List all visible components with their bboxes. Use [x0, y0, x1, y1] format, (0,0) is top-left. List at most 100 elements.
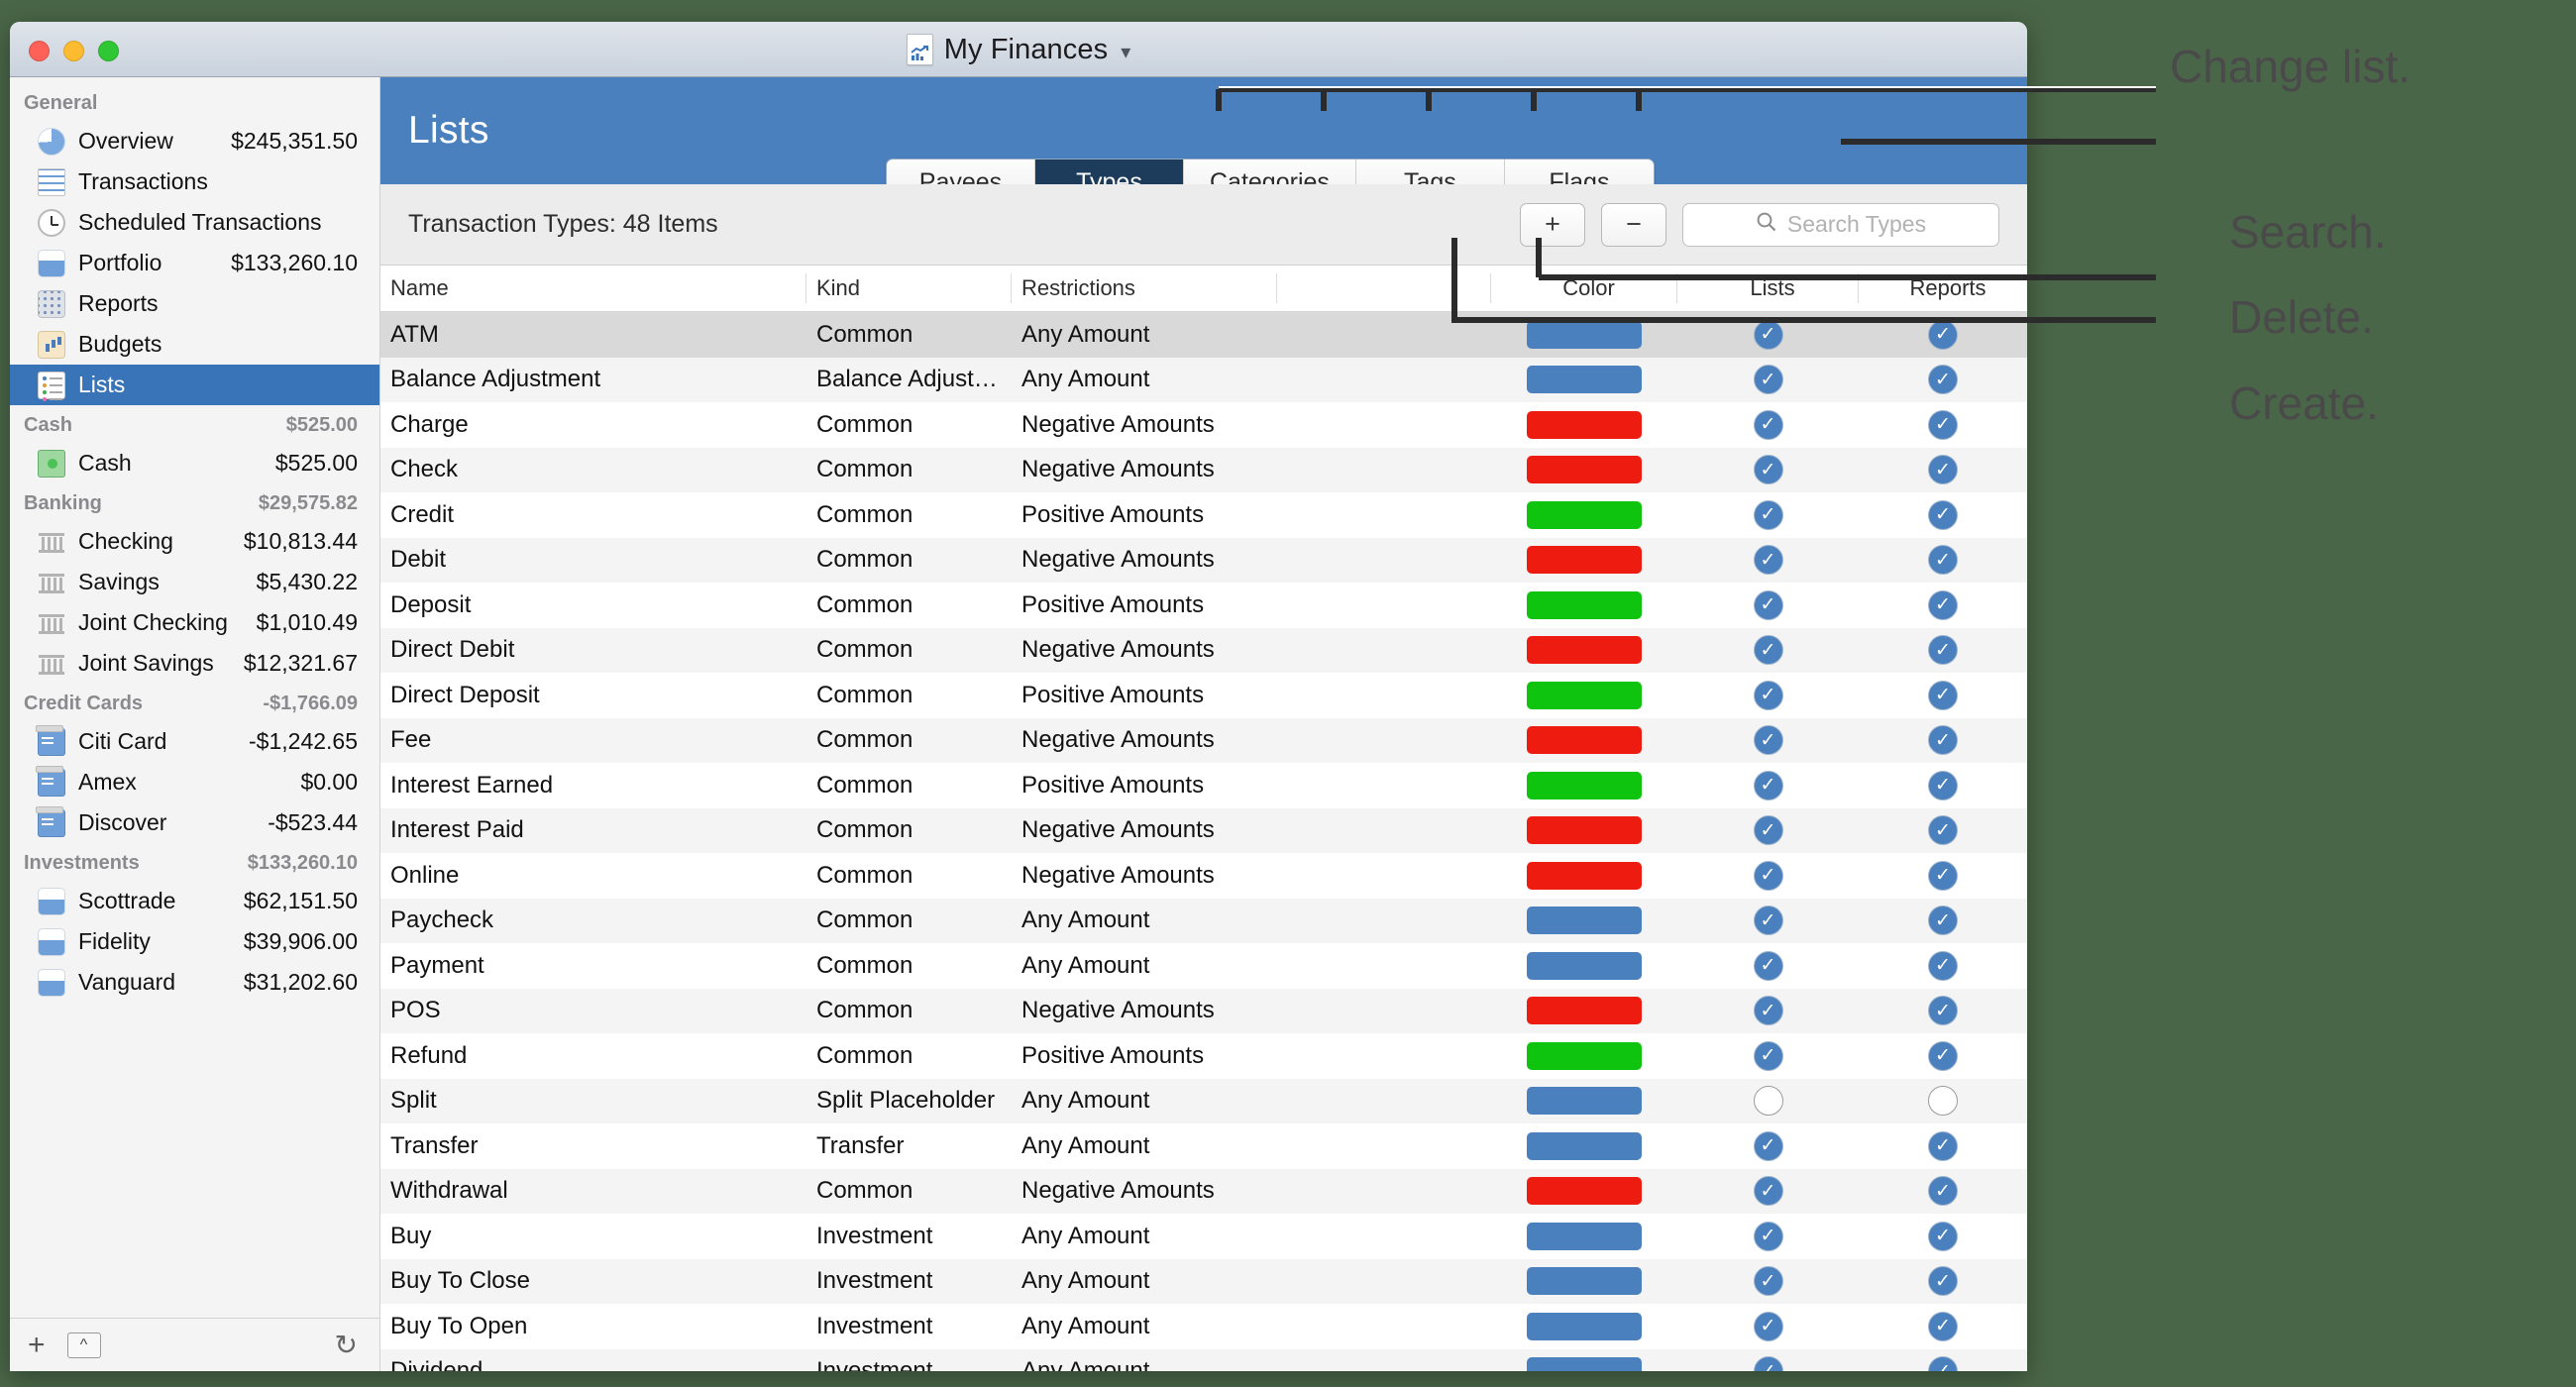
sidebar-item-overview[interactable]: Overview $245,351.50 — [10, 121, 379, 161]
sidebar-item-checking[interactable]: Checking $10,813.44 — [10, 521, 379, 562]
color-swatch[interactable] — [1527, 1312, 1642, 1340]
table-row[interactable]: Deposit Common Positive Amounts ✓ ✓ — [380, 583, 2027, 628]
cell-reports[interactable]: ✓ — [1859, 1221, 2027, 1251]
table-row[interactable]: Direct Debit Common Negative Amounts ✓ ✓ — [380, 627, 2027, 673]
color-swatch[interactable] — [1527, 410, 1642, 439]
checked-icon[interactable]: ✓ — [1753, 1130, 1783, 1161]
checked-icon[interactable]: ✓ — [1928, 770, 1958, 800]
checked-icon[interactable]: ✓ — [1928, 950, 1958, 981]
cell-color[interactable] — [1491, 1041, 1677, 1070]
cell-lists[interactable]: ✓ — [1677, 1266, 1859, 1297]
cell-lists[interactable]: ✓ — [1677, 1130, 1859, 1161]
checked-icon[interactable]: ✓ — [1928, 319, 1958, 350]
cell-lists[interactable]: ✓ — [1677, 635, 1859, 666]
cell-lists[interactable]: ✓ — [1677, 545, 1859, 576]
checked-icon[interactable]: ✓ — [1753, 1311, 1783, 1341]
color-swatch[interactable] — [1527, 366, 1642, 394]
table-row[interactable]: Balance Adjustment Balance Adjustm… Any Am… — [380, 357, 2027, 402]
table-row[interactable]: Buy To Close Investment Any Amount ✓ ✓ — [380, 1258, 2027, 1304]
cell-color[interactable] — [1491, 456, 1677, 484]
checked-icon[interactable]: ✓ — [1753, 499, 1783, 530]
cell-reports[interactable]: ✓ — [1859, 365, 2027, 395]
cell-reports[interactable]: ✓ — [1859, 950, 2027, 981]
cell-lists[interactable]: ✓ — [1677, 1176, 1859, 1207]
checked-icon[interactable]: ✓ — [1753, 906, 1783, 936]
color-swatch[interactable] — [1527, 456, 1642, 484]
color-swatch[interactable] — [1527, 1041, 1642, 1070]
checked-icon[interactable]: ✓ — [1928, 635, 1958, 666]
checked-icon[interactable]: ✓ — [1928, 1266, 1958, 1297]
cell-reports[interactable]: ✓ — [1859, 996, 2027, 1026]
color-swatch[interactable] — [1527, 320, 1642, 349]
table-row[interactable]: Interest Paid Common Negative Amounts ✓ ✓ — [380, 807, 2027, 853]
cell-lists[interactable]: ✓ — [1677, 1040, 1859, 1071]
color-swatch[interactable] — [1527, 816, 1642, 845]
cell-lists[interactable]: ✓ — [1677, 365, 1859, 395]
checked-icon[interactable]: ✓ — [1753, 365, 1783, 395]
cell-lists[interactable]: ✓ — [1677, 499, 1859, 530]
cell-reports[interactable]: ✓ — [1859, 680, 2027, 710]
sidebar-item-discover[interactable]: Discover -$523.44 — [10, 802, 379, 843]
table-row[interactable]: Split Split Placeholder Any Amount ✓ ✓ — [380, 1078, 2027, 1123]
cell-lists[interactable]: ✓ — [1677, 589, 1859, 620]
cell-color[interactable] — [1491, 997, 1677, 1025]
color-swatch[interactable] — [1527, 771, 1642, 800]
checked-icon[interactable]: ✓ — [1928, 996, 1958, 1026]
checked-icon[interactable]: ✓ — [1928, 1176, 1958, 1207]
color-swatch[interactable] — [1527, 500, 1642, 529]
table-row[interactable]: Debit Common Negative Amounts ✓ ✓ — [380, 537, 2027, 583]
cell-reports[interactable]: ✓ — [1859, 725, 2027, 756]
color-swatch[interactable] — [1527, 681, 1642, 709]
checked-icon[interactable]: ✓ — [1753, 950, 1783, 981]
cell-lists[interactable]: ✓ — [1677, 996, 1859, 1026]
checked-icon[interactable]: ✓ — [1928, 455, 1958, 485]
cell-reports[interactable]: ✓ — [1859, 545, 2027, 576]
color-swatch[interactable] — [1527, 590, 1642, 619]
cell-color[interactable] — [1491, 1131, 1677, 1160]
cell-lists[interactable]: ✓ — [1677, 319, 1859, 350]
color-swatch[interactable] — [1527, 1177, 1642, 1206]
checked-icon[interactable]: ✓ — [1753, 1176, 1783, 1207]
sidebar-item-savings[interactable]: Savings $5,430.22 — [10, 562, 379, 602]
cell-lists[interactable]: ✓ — [1677, 860, 1859, 891]
checked-icon[interactable]: ✓ — [1753, 770, 1783, 800]
sidebar-item-cash[interactable]: Cash $525.00 — [10, 443, 379, 483]
cell-color[interactable] — [1491, 500, 1677, 529]
checked-icon[interactable]: ✓ — [1753, 1356, 1783, 1371]
column-header-restrictions[interactable]: Restrictions — [1012, 273, 1277, 303]
checked-icon[interactable]: ✓ — [1928, 815, 1958, 846]
table-row[interactable]: Charge Common Negative Amounts ✓ ✓ — [380, 402, 2027, 448]
table-row[interactable]: Interest Earned Common Positive Amounts ✓ ✓ — [380, 763, 2027, 808]
sidebar-item-amex[interactable]: Amex $0.00 — [10, 762, 379, 802]
sidebar-item-transactions[interactable]: Transactions — [10, 161, 379, 202]
cell-reports[interactable]: ✓ — [1859, 1266, 2027, 1297]
cell-color[interactable] — [1491, 771, 1677, 800]
table-row[interactable]: Payment Common Any Amount ✓ ✓ — [380, 943, 2027, 989]
checked-icon[interactable]: ✓ — [1753, 815, 1783, 846]
column-header-name[interactable]: Name — [380, 273, 806, 303]
cell-reports[interactable]: ✓ — [1859, 455, 2027, 485]
color-swatch[interactable] — [1527, 907, 1642, 935]
table-row[interactable]: Buy Investment Any Amount ✓ ✓ — [380, 1214, 2027, 1259]
cell-color[interactable] — [1491, 1222, 1677, 1250]
table-row[interactable]: Fee Common Negative Amounts ✓ ✓ — [380, 717, 2027, 763]
cell-reports[interactable]: ✓ — [1859, 1086, 2027, 1117]
checked-icon[interactable]: ✓ — [1928, 1040, 1958, 1071]
column-header-lists[interactable]: Lists — [1677, 273, 1859, 303]
cell-lists[interactable]: ✓ — [1677, 725, 1859, 756]
cell-lists[interactable]: ✓ — [1677, 906, 1859, 936]
checked-icon[interactable]: ✓ — [1928, 1311, 1958, 1341]
cell-lists[interactable]: ✓ — [1677, 1221, 1859, 1251]
checked-icon[interactable]: ✓ — [1928, 545, 1958, 576]
checked-icon[interactable]: ✓ — [1928, 725, 1958, 756]
sidebar-item-budgets[interactable]: Budgets — [10, 324, 379, 365]
checked-icon[interactable]: ✓ — [1753, 1221, 1783, 1251]
cell-lists[interactable]: ✓ — [1677, 409, 1859, 440]
color-swatch[interactable] — [1527, 1087, 1642, 1116]
checked-icon[interactable]: ✓ — [1928, 1356, 1958, 1371]
sidebar-item-lists[interactable]: Lists — [10, 365, 379, 405]
sidebar-item-joint-savings[interactable]: Joint Savings $12,321.67 — [10, 643, 379, 684]
cell-reports[interactable]: ✓ — [1859, 815, 2027, 846]
cell-lists[interactable]: ✓ — [1677, 770, 1859, 800]
table-row[interactable]: Refund Common Positive Amounts ✓ ✓ — [380, 1033, 2027, 1079]
